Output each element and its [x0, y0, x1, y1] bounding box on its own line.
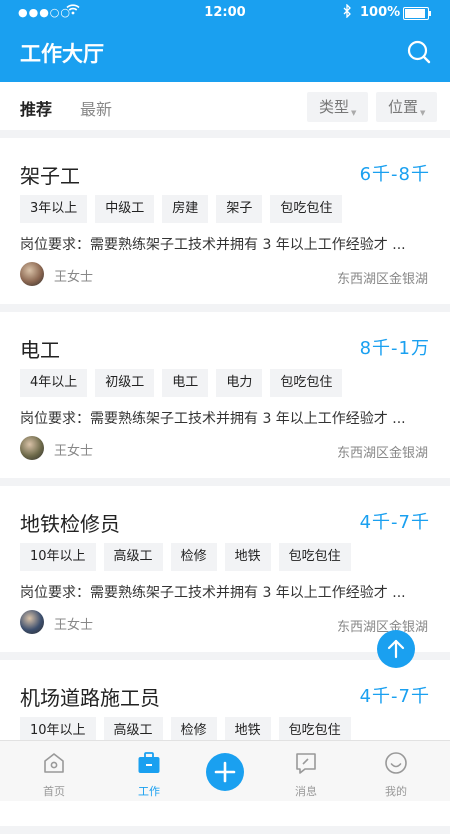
job-tag: 10年以上: [20, 543, 96, 571]
job-tag: 3年以上: [20, 195, 88, 223]
job-salary: 4千-7千: [359, 686, 430, 707]
job-title: 架子工: [20, 164, 80, 188]
job-tag: 初级工: [95, 369, 155, 397]
smiley-icon: [384, 751, 408, 775]
job-tag: 电力: [216, 369, 263, 397]
type-filter-dropdown[interactable]: 类型 ▼: [307, 92, 369, 122]
job-tag: 架子: [216, 195, 263, 223]
job-tag: 电工: [162, 369, 209, 397]
poster-name: 王女士: [54, 444, 94, 459]
search-icon[interactable]: [406, 39, 432, 65]
avatar: [20, 262, 44, 286]
job-requirement: 岗位要求：需要熟练架子工技术并拥有 3 年以上工作经验才 ...: [20, 237, 406, 253]
briefcase-icon: [137, 751, 161, 775]
battery-percent: 100%: [360, 5, 401, 20]
job-tags: 10年以上 高级工 检修 地铁 包吃包住: [20, 543, 359, 571]
bottom-tab-bar: 首页 工作 消息 我的: [0, 740, 450, 801]
job-salary: 4千-7千: [359, 512, 430, 533]
tab-work-label: 工作: [138, 785, 160, 798]
job-tags: 4年以上 初级工 电工 电力 包吃包住: [20, 369, 350, 397]
tab-home-label: 首页: [43, 785, 65, 798]
tab-mine-label: 我的: [385, 785, 407, 798]
poster-name: 王女士: [54, 270, 94, 285]
job-salary: 6千-8千: [359, 164, 430, 185]
bluetooth-icon: [343, 3, 352, 22]
job-card[interactable]: 地铁检修员 4千-7千 10年以上 高级工 检修 地铁 包吃包住 岗位要求：需要…: [0, 486, 450, 652]
tab-mine[interactable]: 我的: [351, 741, 441, 801]
tab-work[interactable]: 工作: [104, 741, 194, 801]
back-to-top-button[interactable]: [377, 630, 415, 668]
plus-icon: [214, 761, 236, 783]
job-tag: 4年以上: [20, 369, 88, 397]
type-filter-label: 类型: [319, 98, 350, 116]
location-filter-label: 位置: [388, 98, 419, 116]
tab-recommended[interactable]: 推荐: [20, 96, 52, 120]
job-tag: 包吃包住: [278, 543, 351, 571]
job-tags: 3年以上 中级工 房建 架子 包吃包住: [20, 195, 350, 223]
status-bar: ●●●○○ 12:00 100%: [0, 0, 450, 26]
caret-down-icon: ▼: [420, 109, 426, 117]
avatar: [20, 610, 44, 634]
job-salary: 8千-1万: [359, 338, 430, 359]
job-title: 地铁检修员: [20, 512, 120, 536]
job-tag: 检修: [170, 543, 217, 571]
location-filter-dropdown[interactable]: 位置 ▼: [376, 92, 438, 122]
tab-home[interactable]: 首页: [9, 741, 99, 801]
add-job-button[interactable]: [206, 753, 244, 791]
page-title: 工作大厅: [20, 42, 104, 66]
job-tag: 包吃包住: [270, 195, 343, 223]
job-title: 机场道路施工员: [20, 686, 160, 710]
job-card[interactable]: 架子工 6千-8千 3年以上 中级工 房建 架子 包吃包住 岗位要求：需要熟练架…: [0, 138, 450, 304]
tab-latest[interactable]: 最新: [80, 96, 112, 120]
job-requirement: 岗位要求：需要熟练架子工技术并拥有 3 年以上工作经验才 ...: [20, 585, 406, 601]
job-tag: 房建: [162, 195, 209, 223]
job-list: 架子工 6千-8千 3年以上 中级工 房建 架子 包吃包住 岗位要求：需要熟练架…: [0, 138, 450, 834]
avatar: [20, 436, 44, 460]
job-tag: 地铁: [224, 543, 271, 571]
job-tag: 包吃包住: [270, 369, 343, 397]
job-requirement: 岗位要求：需要熟练架子工技术并拥有 3 年以上工作经验才 ...: [20, 411, 406, 427]
poster-name: 王女士: [54, 618, 94, 633]
job-title: 电工: [20, 338, 60, 362]
tab-messages-label: 消息: [295, 785, 317, 798]
job-card[interactable]: 电工 8千-1万 4年以上 初级工 电工 电力 包吃包住 岗位要求：需要熟练架子…: [0, 312, 450, 478]
job-tag: 高级工: [103, 543, 163, 571]
back-to-top-icon: [387, 639, 405, 659]
caret-down-icon: ▼: [351, 109, 357, 117]
message-icon: [294, 751, 318, 775]
job-location: 东西湖区金银湖: [336, 446, 428, 461]
home-icon: [42, 751, 66, 775]
battery-icon: [403, 7, 431, 20]
job-location: 东西湖区金银湖: [336, 272, 428, 287]
job-tag: 中级工: [95, 195, 155, 223]
tab-messages[interactable]: 消息: [261, 741, 351, 801]
filter-bar: 推荐 最新 类型 ▼ 位置 ▼: [0, 82, 450, 130]
app-header: 工作大厅: [0, 26, 450, 82]
